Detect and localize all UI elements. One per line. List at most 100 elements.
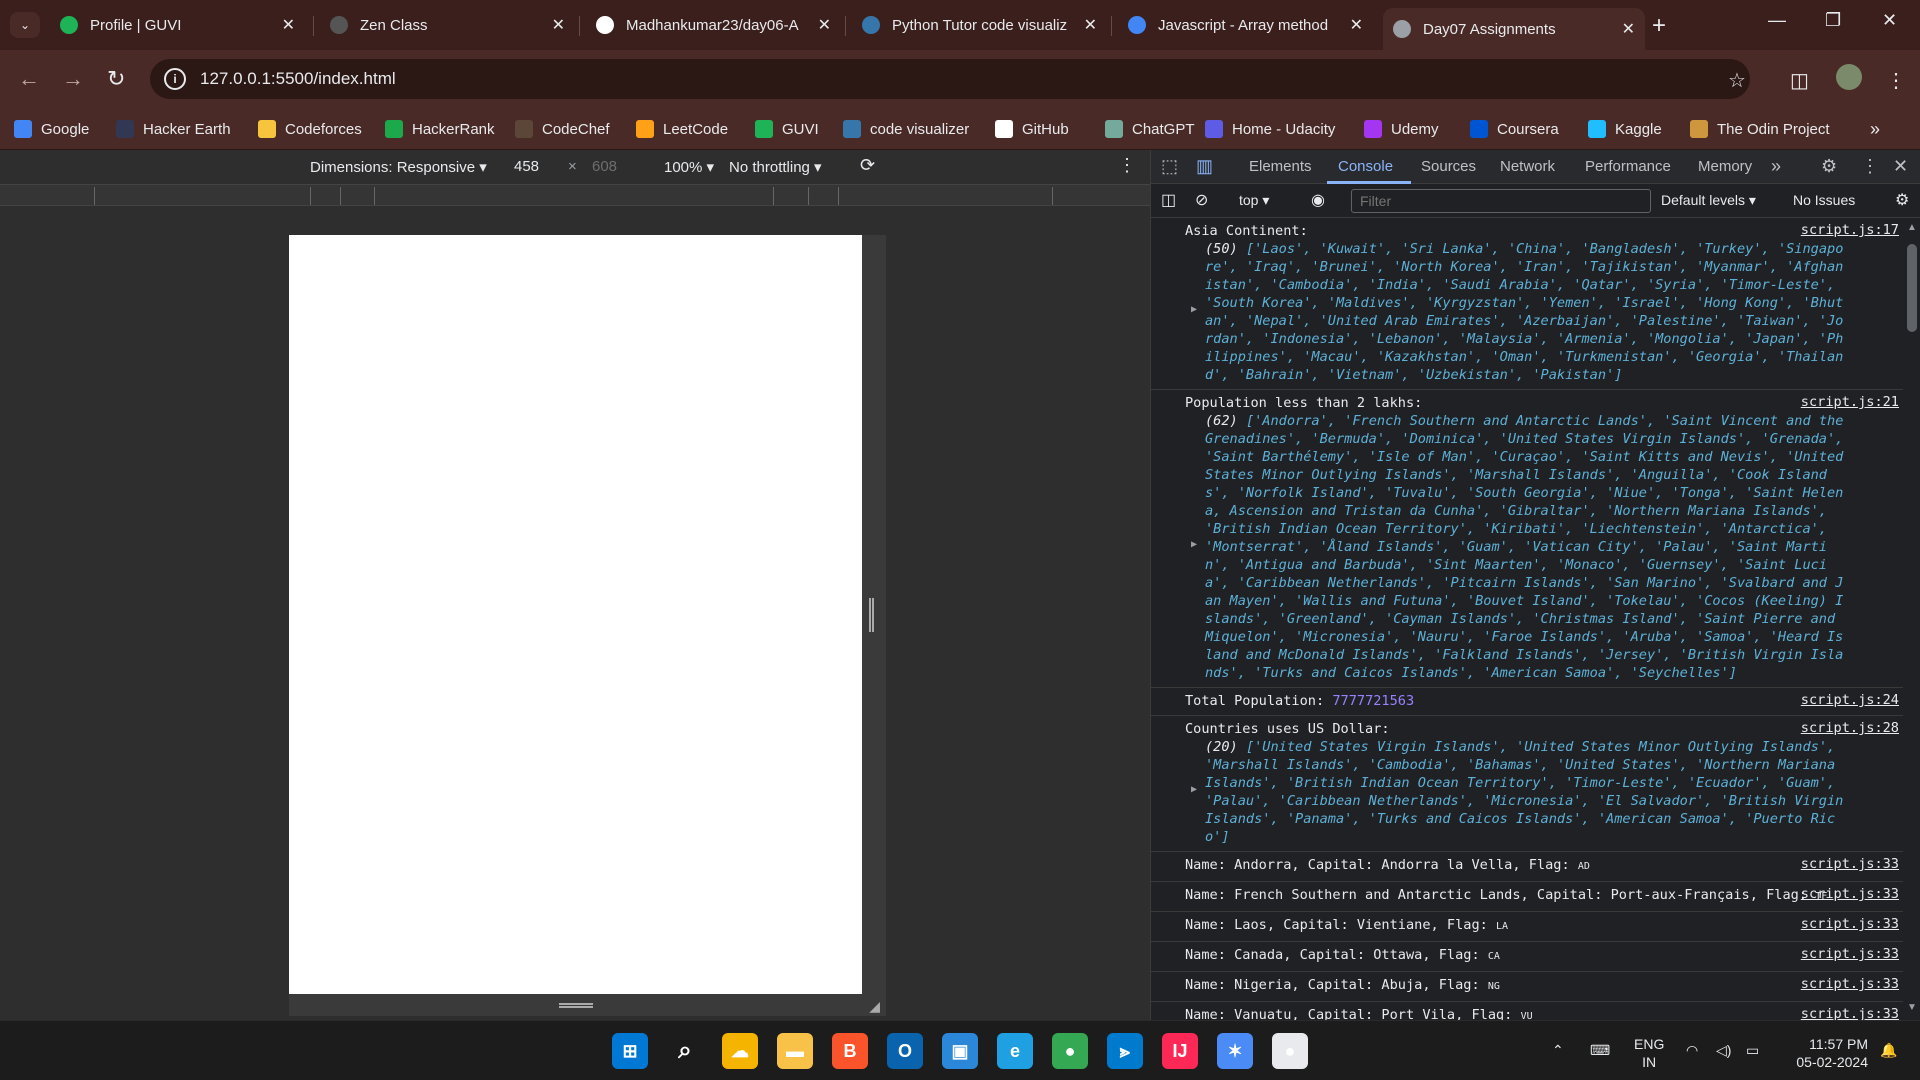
tab-4[interactable]: Python Tutor code visualiz ✕: [852, 8, 1107, 42]
source-link[interactable]: script.js:33: [1801, 1006, 1899, 1020]
resize-handle-icon[interactable]: [869, 598, 874, 632]
bookmark-kaggle[interactable]: Kaggle: [1588, 118, 1662, 140]
tab-close-icon[interactable]: ✕: [1622, 19, 1635, 39]
close-devtools-icon[interactable]: ✕: [1893, 156, 1908, 177]
source-link[interactable]: script.js:33: [1801, 856, 1899, 872]
issues-counter[interactable]: No Issues: [1793, 192, 1855, 208]
dimensions-dropdown[interactable]: Dimensions: Responsive ▾: [310, 158, 487, 176]
viewport-right-resizer[interactable]: [862, 235, 886, 994]
restore-icon[interactable]: ❐: [1825, 10, 1841, 31]
vscode-icon[interactable]: ⪢: [1107, 1033, 1143, 1069]
file-explorer-icon[interactable]: ▬: [777, 1033, 813, 1069]
clock[interactable]: 11:57 PM 05-02-2024: [1782, 1035, 1868, 1071]
tab-close-icon[interactable]: ✕: [1084, 15, 1097, 35]
bookmark-github[interactable]: GitHub: [995, 118, 1069, 140]
width-input[interactable]: 458: [514, 158, 539, 175]
forward-icon[interactable]: →: [62, 66, 84, 92]
expand-caret-icon[interactable]: ▶: [1191, 784, 1197, 795]
bookmark-coursera[interactable]: Coursera: [1470, 118, 1559, 140]
devtools-tab-performance[interactable]: Performance: [1585, 158, 1671, 175]
array-preview[interactable]: (62) ['Andorra', 'French Southern and An…: [1185, 412, 1845, 682]
source-link[interactable]: script.js:24: [1801, 692, 1899, 708]
tab-close-icon[interactable]: ✕: [282, 15, 295, 35]
tab-search-button[interactable]: ⌄: [10, 12, 40, 38]
bookmark-star-icon[interactable]: ☆: [1728, 68, 1746, 93]
chrome-icon[interactable]: ●: [1052, 1033, 1088, 1069]
windows-start-icon[interactable]: ⊞: [612, 1033, 648, 1069]
source-link[interactable]: script.js:33: [1801, 976, 1899, 992]
show-hidden-icons-icon[interactable]: ⌃: [1552, 1041, 1564, 1059]
scrollbar-thumb[interactable]: [1907, 244, 1917, 332]
volume-icon[interactable]: ◁): [1716, 1041, 1731, 1059]
microsoft-store-icon[interactable]: ▣: [942, 1033, 978, 1069]
url-text[interactable]: 127.0.0.1:5500/index.html: [200, 69, 396, 89]
bookmark-guvi[interactable]: GUVI: [755, 118, 819, 140]
source-link[interactable]: script.js:33: [1801, 916, 1899, 932]
back-icon[interactable]: ←: [18, 66, 40, 92]
devtools-tab-console[interactable]: Console: [1338, 158, 1393, 175]
chrome-canary-icon[interactable]: ●: [1272, 1033, 1308, 1069]
console-scrollbar[interactable]: ▲ ▼: [1903, 218, 1920, 1020]
corner-resize-icon[interactable]: ◢: [869, 998, 880, 1015]
inspect-element-icon[interactable]: ⬚: [1161, 156, 1178, 177]
intellij-icon[interactable]: IJ: [1162, 1033, 1198, 1069]
more-tabs-icon[interactable]: »: [1771, 156, 1781, 177]
keyboard-icon[interactable]: ⌨: [1590, 1041, 1610, 1059]
bookmark-codeforces[interactable]: Codeforces: [258, 118, 362, 140]
bookmark-hacker-earth[interactable]: Hacker Earth: [116, 118, 231, 140]
devtools-tab-memory[interactable]: Memory: [1698, 158, 1752, 175]
edge-icon[interactable]: e: [997, 1033, 1033, 1069]
rotate-icon[interactable]: ⟳: [860, 155, 875, 176]
language-indicator[interactable]: ENG IN: [1634, 1035, 1664, 1071]
bookmark-the-odin-project[interactable]: The Odin Project: [1690, 118, 1830, 140]
devtools-kebab-icon[interactable]: ⋮: [1861, 156, 1879, 177]
minimize-icon[interactable]: —: [1768, 10, 1786, 31]
tab-3[interactable]: Madhankumar23/day06-A ✕: [586, 8, 841, 42]
battery-icon[interactable]: ▭: [1746, 1041, 1759, 1059]
bookmark-chatgpt[interactable]: ChatGPT: [1105, 118, 1195, 140]
sidebar-toggle-icon[interactable]: ◫: [1161, 190, 1176, 210]
tab-close-icon[interactable]: ✕: [1350, 15, 1363, 35]
bottom-grip-icon[interactable]: [559, 1003, 593, 1008]
bookmark-udemy[interactable]: Udemy: [1364, 118, 1439, 140]
console-filter-input[interactable]: [1351, 189, 1651, 213]
zoom-dropdown[interactable]: 100% ▾: [664, 158, 714, 176]
bookmark-hackerrank[interactable]: HackerRank: [385, 118, 495, 140]
devtools-tab-elements[interactable]: Elements: [1249, 158, 1312, 175]
height-input[interactable]: 608: [592, 158, 617, 175]
settings-gear-icon[interactable]: ⚙: [1821, 156, 1837, 177]
widgets-icon[interactable]: ☁: [722, 1033, 758, 1069]
device-toggle-icon[interactable]: ▥: [1196, 156, 1213, 177]
close-window-icon[interactable]: ✕: [1882, 10, 1897, 31]
source-link[interactable]: script.js:28: [1801, 720, 1899, 736]
viewport-bottom-resizer[interactable]: ◢: [289, 994, 886, 1016]
devtools-tab-network[interactable]: Network: [1500, 158, 1555, 175]
tab-close-icon[interactable]: ✕: [552, 15, 565, 35]
outlook-icon[interactable]: O: [887, 1033, 923, 1069]
context-dropdown[interactable]: top ▾: [1239, 192, 1269, 209]
site-info-icon[interactable]: i: [164, 68, 186, 90]
device-menu-kebab-icon[interactable]: ⋮: [1118, 155, 1136, 176]
copilot-icon[interactable]: ✶: [1217, 1033, 1253, 1069]
search-icon[interactable]: ⌕: [667, 1033, 703, 1069]
array-preview[interactable]: (20) ['United States Virgin Islands', 'U…: [1185, 738, 1845, 846]
brave-icon[interactable]: B: [832, 1033, 868, 1069]
menu-kebab-icon[interactable]: ⋮: [1886, 68, 1906, 93]
side-panel-icon[interactable]: ◫: [1790, 68, 1809, 93]
bookmark-google[interactable]: Google: [14, 118, 89, 140]
source-link[interactable]: script.js:17: [1801, 222, 1899, 238]
source-link[interactable]: script.js:33: [1801, 946, 1899, 962]
source-link[interactable]: script.js:33: [1801, 886, 1899, 902]
address-bar[interactable]: i 127.0.0.1:5500/index.html: [150, 59, 1750, 99]
avatar[interactable]: [1836, 64, 1862, 90]
tab-5[interactable]: Javascript - Array method ✕: [1118, 8, 1373, 42]
notification-bell-icon[interactable]: 🔔: [1880, 1041, 1897, 1059]
expand-caret-icon[interactable]: ▶: [1191, 539, 1197, 550]
clear-console-icon[interactable]: ⊘: [1195, 190, 1208, 210]
console-settings-gear-icon[interactable]: ⚙: [1895, 190, 1909, 210]
devtools-tab-sources[interactable]: Sources: [1421, 158, 1476, 175]
emulated-viewport[interactable]: [289, 235, 862, 994]
live-expression-eye-icon[interactable]: ◉: [1311, 190, 1325, 210]
scroll-down-icon[interactable]: ▼: [1907, 1002, 1917, 1013]
bookmark-home-udacity[interactable]: Home - Udacity: [1205, 118, 1335, 140]
